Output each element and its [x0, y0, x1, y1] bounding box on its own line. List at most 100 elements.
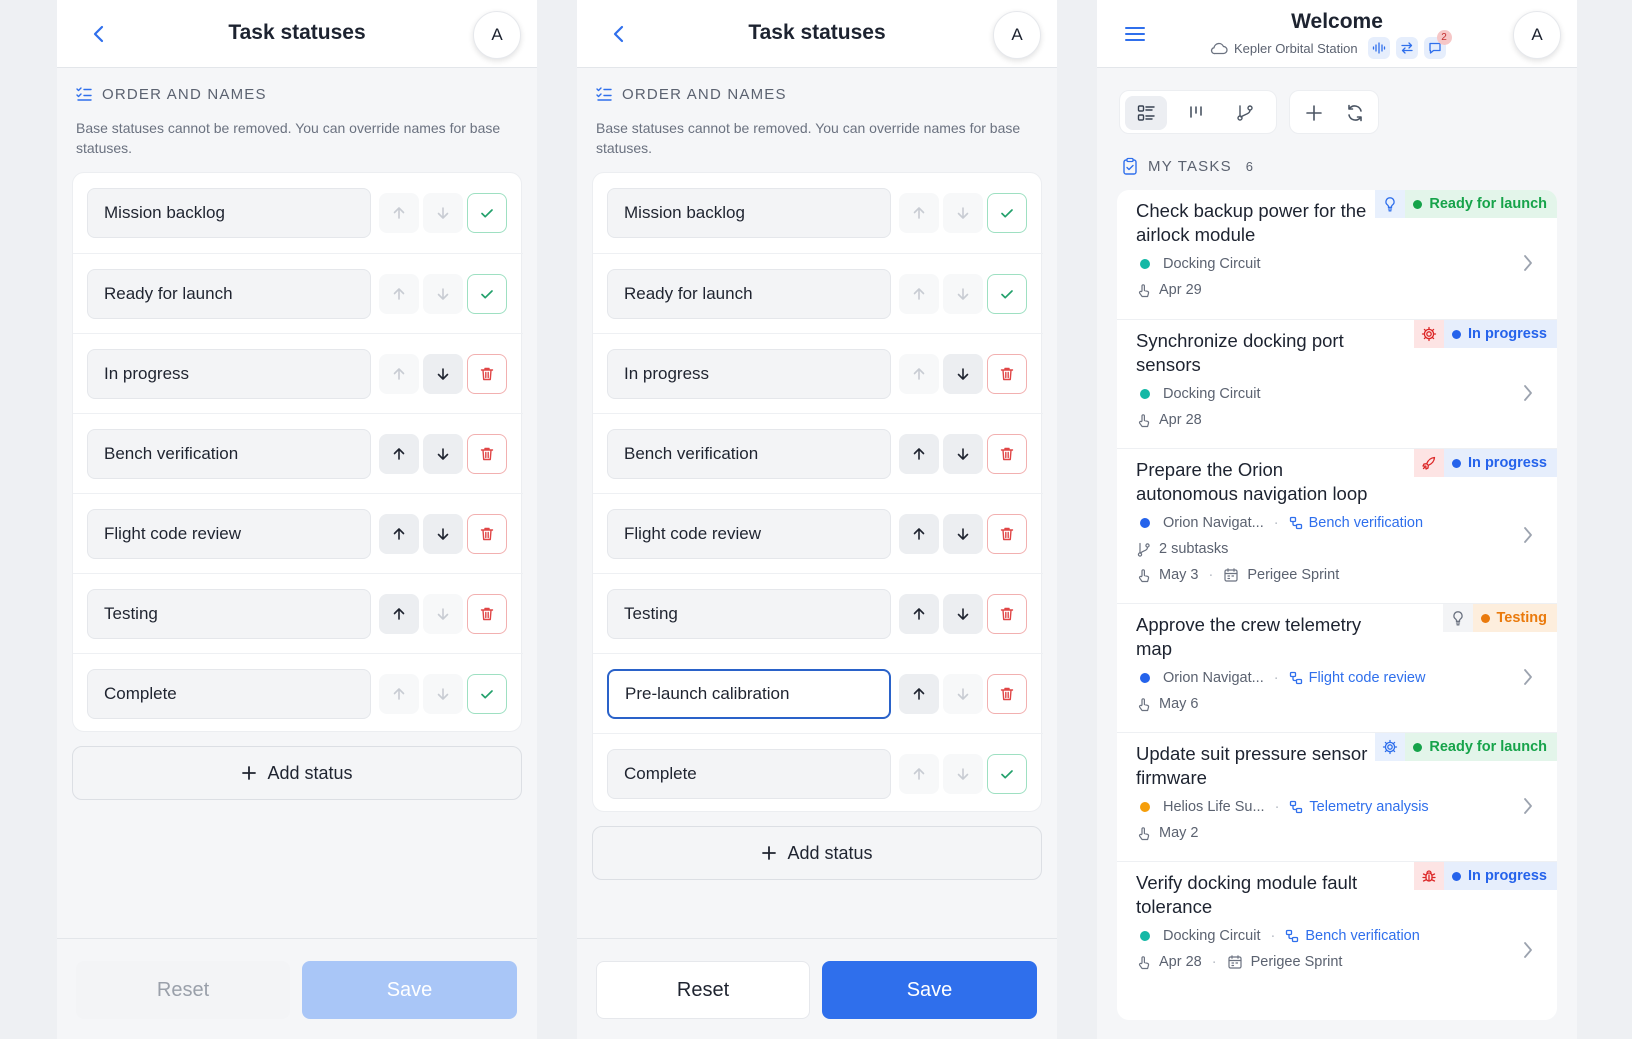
move-down-button[interactable]	[943, 434, 983, 474]
arrow-up-icon	[913, 608, 925, 620]
move-down-button[interactable]	[943, 193, 983, 233]
refresh-icon	[1348, 104, 1362, 122]
status-label: In progress	[1468, 455, 1547, 471]
move-up-button[interactable]	[899, 514, 939, 554]
task-row[interactable]: Approve the crew telemetry map Testing Ori…	[1117, 603, 1557, 732]
list-view-button[interactable]	[1125, 96, 1167, 130]
move-down-button[interactable]	[943, 674, 983, 714]
workspace-name[interactable]: Kepler Orbital Station	[1234, 41, 1358, 56]
messages-button[interactable]: 2	[1423, 30, 1452, 59]
move-up-button[interactable]	[379, 514, 419, 554]
delete-status-button[interactable]	[987, 434, 1027, 474]
avatar[interactable]: A	[1513, 11, 1561, 59]
move-down-button[interactable]	[423, 594, 463, 634]
open-task-chevron[interactable]	[1521, 383, 1535, 403]
trash-icon	[480, 447, 494, 461]
move-up-button[interactable]	[379, 274, 419, 314]
linked-status-link[interactable]: Bench verification	[1285, 928, 1420, 944]
arrow-down-icon	[437, 688, 449, 700]
status-name-input[interactable]: Ready for launch	[87, 269, 371, 319]
move-down-button[interactable]	[423, 193, 463, 233]
task-row[interactable]: Update suit pressure sensor firmware Read…	[1117, 732, 1557, 861]
move-up-button[interactable]	[379, 594, 419, 634]
status-name-input[interactable]: Pre-launch calibration	[607, 669, 891, 719]
move-up-button[interactable]	[379, 674, 419, 714]
move-down-button[interactable]	[943, 514, 983, 554]
section-description: Base statuses cannot be removed. You can…	[596, 120, 1021, 156]
move-up-button[interactable]	[379, 354, 419, 394]
move-down-button[interactable]	[423, 274, 463, 314]
delete-status-button[interactable]	[467, 514, 507, 554]
open-task-chevron[interactable]	[1521, 525, 1535, 545]
sprint-icon-wrap	[1223, 567, 1239, 583]
status-name-input[interactable]: In progress	[87, 349, 371, 399]
move-down-button[interactable]	[423, 354, 463, 394]
open-task-chevron[interactable]	[1521, 796, 1535, 816]
linked-status-link[interactable]: Flight code review	[1289, 670, 1425, 686]
move-up-button[interactable]	[899, 434, 939, 474]
task-type-icon-wrap	[1375, 733, 1406, 761]
status-name-input[interactable]: In progress	[607, 349, 891, 399]
linked-status-link[interactable]: Bench verification	[1289, 515, 1423, 531]
task-row[interactable]: Check backup power for the airlock modul…	[1117, 190, 1557, 319]
status-name-input[interactable]: Flight code review	[607, 509, 891, 559]
delete-status-button[interactable]	[467, 434, 507, 474]
task-date-line: May 3 · Perigee Sprint	[1136, 565, 1339, 585]
move-up-button[interactable]	[899, 274, 939, 314]
move-down-button[interactable]	[943, 354, 983, 394]
branch-view-button[interactable]	[1224, 96, 1266, 130]
save-button[interactable]: Save	[302, 961, 517, 1019]
audio-wave-icon	[1372, 42, 1385, 54]
status-name-input[interactable]: Complete	[87, 669, 371, 719]
task-row[interactable]: Verify docking module fault tolerance In …	[1117, 861, 1557, 1020]
delete-status-button[interactable]	[987, 594, 1027, 634]
open-task-chevron[interactable]	[1521, 667, 1535, 687]
refresh-button[interactable]	[1334, 96, 1376, 130]
open-task-chevron[interactable]	[1521, 253, 1535, 273]
move-up-button[interactable]	[899, 674, 939, 714]
status-name-input[interactable]: Testing	[607, 589, 891, 639]
check-icon	[481, 290, 493, 299]
move-up-button[interactable]	[379, 434, 419, 474]
add-status-button[interactable]: Add status	[72, 746, 522, 800]
status-name-input[interactable]: Mission backlog	[607, 188, 891, 238]
status-pill: Ready for launch	[1405, 733, 1557, 761]
move-up-button[interactable]	[899, 354, 939, 394]
status-name-input[interactable]: Bench verification	[87, 429, 371, 479]
task-row[interactable]: Synchronize docking port sensors In progr…	[1117, 319, 1557, 448]
add-task-button[interactable]	[1293, 96, 1335, 130]
avatar[interactable]: A	[993, 11, 1041, 59]
status-name-input[interactable]: Mission backlog	[87, 188, 371, 238]
sync-button[interactable]	[1395, 37, 1418, 59]
move-up-button[interactable]	[899, 754, 939, 794]
move-down-button[interactable]	[943, 274, 983, 314]
move-down-button[interactable]	[943, 754, 983, 794]
delete-status-button[interactable]	[467, 594, 507, 634]
reset-button[interactable]: Reset	[76, 961, 290, 1019]
status-name-input[interactable]: Flight code review	[87, 509, 371, 559]
delete-status-button[interactable]	[987, 354, 1027, 394]
delete-status-button[interactable]	[987, 514, 1027, 554]
delete-status-button[interactable]	[467, 354, 507, 394]
avatar[interactable]: A	[473, 11, 521, 59]
status-name-input[interactable]: Ready for launch	[607, 269, 891, 319]
task-row[interactable]: Prepare the Orion autonomous navigation …	[1117, 448, 1557, 603]
move-down-button[interactable]	[423, 514, 463, 554]
reset-button[interactable]: Reset	[596, 961, 810, 1019]
move-down-button[interactable]	[943, 594, 983, 634]
status-name-input[interactable]: Testing	[87, 589, 371, 639]
open-task-chevron[interactable]	[1521, 940, 1535, 960]
linked-status-link[interactable]: Telemetry analysis	[1289, 799, 1429, 815]
status-name-input[interactable]: Bench verification	[607, 429, 891, 479]
voice-button[interactable]	[1367, 37, 1390, 59]
board-view-button[interactable]	[1175, 96, 1217, 130]
save-button[interactable]: Save	[822, 961, 1037, 1019]
delete-status-button[interactable]	[987, 674, 1027, 714]
status-name-input[interactable]: Complete	[607, 749, 891, 799]
move-up-button[interactable]	[899, 594, 939, 634]
move-down-button[interactable]	[423, 434, 463, 474]
move-up-button[interactable]	[899, 193, 939, 233]
move-down-button[interactable]	[423, 674, 463, 714]
move-up-button[interactable]	[379, 193, 419, 233]
add-status-button[interactable]: Add status	[592, 826, 1042, 880]
